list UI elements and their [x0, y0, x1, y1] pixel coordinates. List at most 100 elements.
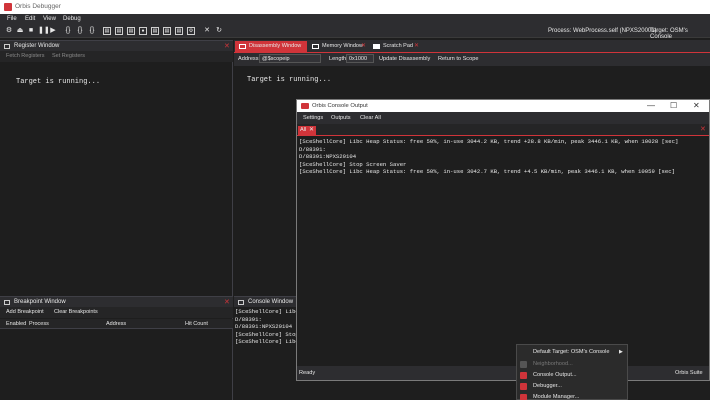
address-input[interactable]: @$scopeip — [259, 54, 321, 63]
eject-icon[interactable]: ⏏ — [16, 27, 24, 35]
register-window-header: Register Window ✕ — [0, 40, 233, 51]
tab-disassembly[interactable]: Disassembly Window ✕ — [235, 41, 307, 52]
menu-item-module-manager[interactable]: Module Manager... — [517, 392, 627, 400]
menu-edit[interactable]: Edit — [25, 16, 35, 22]
console-output-titlebar: Orbis Console Output — ☐ ✕ — [297, 100, 709, 112]
memory-window-icon[interactable]: ▤ — [127, 27, 135, 35]
register-window-title: Register Window — [14, 43, 60, 49]
window-icon — [312, 44, 319, 49]
tab-all[interactable]: All ✕ — [298, 126, 316, 135]
column-address[interactable]: Address — [106, 321, 126, 327]
clear-breakpoints-button[interactable]: Clear Breakpoints — [54, 309, 98, 315]
tray-context-menu: Default Target: OSM's Console ▶ Neighbor… — [516, 344, 628, 400]
neighborhood-icon — [520, 361, 527, 368]
step-over-icon[interactable]: {} — [76, 27, 84, 35]
chevron-right-icon: ▶ — [619, 349, 623, 355]
process-label: Process: WebProcess.self (NPXS20001) — [548, 28, 657, 34]
register-window-icon[interactable]: ▤ — [103, 27, 111, 35]
log-line: [SceShellCore] Libc — [235, 308, 299, 315]
toolbar: ⚙ ⏏ ■ ❚❚ ▶ {} {} {} ▤ ▤ ▤ ● ▤ ▤ ▤ ⚙ ✕ ↻ … — [0, 24, 710, 40]
close-icon[interactable]: ✕ — [224, 42, 230, 50]
address-label: Address — [238, 56, 259, 62]
log-line: [SceShellCore] Stop — [235, 330, 299, 338]
close-icon[interactable]: ✕ — [700, 125, 706, 133]
column-hit-count[interactable]: Hit Count — [185, 321, 208, 327]
play-icon[interactable]: ▶ — [49, 27, 57, 35]
column-process[interactable]: Process — [29, 321, 49, 327]
module-manager-icon — [520, 394, 527, 400]
console-output-window: Orbis Console Output — ☐ ✕ Settings Outp… — [296, 99, 710, 381]
console-window-title: Console Window — [248, 299, 294, 305]
tab-scratch-pad[interactable]: Scratch Pad ✕ — [369, 41, 421, 52]
length-input[interactable]: 0x1000 — [346, 54, 374, 63]
scratch-pad-icon[interactable]: ▤ — [175, 27, 183, 35]
status-text: Ready — [299, 370, 316, 376]
console-output-tabs: All ✕ ✕ — [297, 124, 709, 136]
register-status-text: Target is running... — [16, 78, 101, 86]
breakpoint-window: Breakpoint Window ✕ Add Breakpoint Clear… — [0, 296, 233, 400]
tab-label: All — [300, 127, 307, 133]
fetch-registers-button[interactable]: Fetch Registers — [6, 53, 45, 59]
close-icon[interactable]: ✕ — [224, 298, 230, 306]
menu-item-debugger[interactable]: Debugger... — [517, 381, 627, 392]
menu-item-console-output[interactable]: Console Output... — [517, 370, 627, 381]
log-line: D/88391:NPXS20104 — [299, 153, 357, 161]
target-label: Target: OSM's Console — [650, 28, 688, 40]
close-icon[interactable]: ✕ — [414, 42, 419, 49]
tab-label: Scratch Pad — [383, 43, 413, 49]
return-to-scope-button[interactable]: Return to Scope — [438, 56, 478, 62]
tab-label: Memory Window — [322, 43, 363, 49]
log-line: [SceShellCore] Libc — [235, 338, 299, 346]
menu-file[interactable]: File — [7, 16, 17, 22]
menu-item-default-target[interactable]: Default Target: OSM's Console ▶ — [517, 347, 627, 358]
clear-all-button[interactable]: Clear All — [360, 115, 381, 121]
register-toolbar: Fetch Registers Set Registers — [0, 51, 233, 62]
outputs-menu[interactable]: Outputs — [331, 115, 351, 121]
log-line: D/88391: — [235, 315, 262, 323]
window-icon — [4, 300, 10, 305]
console-window-log: [SceShellCore] Libc D/88391: D/88391:NPX… — [235, 308, 299, 346]
window-icon — [4, 44, 10, 49]
log-line: D/88391:NPXS20104 — [235, 323, 293, 331]
menu-view[interactable]: View — [43, 16, 56, 22]
close-icon[interactable]: ✕ — [361, 42, 366, 49]
menu-debug[interactable]: Debug — [63, 16, 81, 22]
status-suite: Orbis Suite — [675, 370, 703, 376]
add-breakpoint-button[interactable]: Add Breakpoint — [6, 309, 44, 315]
step-out-icon[interactable]: {} — [88, 27, 96, 35]
breakpoint-table-header: Enabled Process Address Hit Count — [0, 319, 233, 329]
tab-memory[interactable]: Memory Window ✕ — [308, 41, 368, 52]
update-disassembly-button[interactable]: Update Disassembly — [379, 56, 430, 62]
settings-menu[interactable]: Settings — [303, 115, 323, 121]
close-icon[interactable]: ✕ — [309, 126, 314, 133]
console-output-menu: Settings Outputs Clear All — [297, 112, 709, 124]
maximize-icon[interactable]: ☐ — [670, 101, 677, 110]
title-bar: Orbis Debugger — [0, 0, 710, 14]
close-icon[interactable]: ✕ — [693, 101, 700, 110]
connect-icon[interactable]: ⚙ — [5, 27, 13, 35]
refresh-icon[interactable]: ↻ — [215, 27, 223, 35]
window-icon — [239, 44, 246, 49]
detach-icon[interactable]: ✕ — [203, 27, 211, 35]
breakpoint-toolbar: Add Breakpoint Clear Breakpoints — [0, 307, 233, 318]
log-line: [SceShellCore] Libc Heap Status: free 50… — [299, 168, 675, 176]
watch-window-icon[interactable]: ▤ — [151, 27, 159, 35]
console-output-statusbar: Ready Orbis Suite — [297, 366, 709, 380]
set-registers-button[interactable]: Set Registers — [52, 53, 85, 59]
window-icon — [238, 300, 244, 305]
settings-icon[interactable]: ⚙ — [187, 27, 195, 35]
menu-item-neighborhood[interactable]: Neighborhood... — [517, 359, 627, 370]
pause-icon[interactable]: ❚❚ — [38, 27, 50, 35]
window-title: Orbis Debugger — [15, 3, 61, 10]
disassembly-window-icon[interactable]: ▤ — [115, 27, 123, 35]
stop-icon[interactable]: ■ — [27, 27, 35, 35]
close-icon[interactable]: ✕ — [300, 42, 305, 49]
column-enabled[interactable]: Enabled — [6, 321, 26, 327]
step-into-icon[interactable]: {} — [64, 27, 72, 35]
app-icon — [301, 103, 309, 109]
breakpoint-window-icon[interactable]: ● — [139, 27, 147, 35]
console-output-log: [SceShellCore] Libc Heap Status: free 50… — [299, 138, 678, 176]
minimize-icon[interactable]: — — [647, 101, 655, 110]
console-window-icon[interactable]: ▤ — [163, 27, 171, 35]
breakpoint-window-header: Breakpoint Window ✕ — [0, 296, 233, 307]
